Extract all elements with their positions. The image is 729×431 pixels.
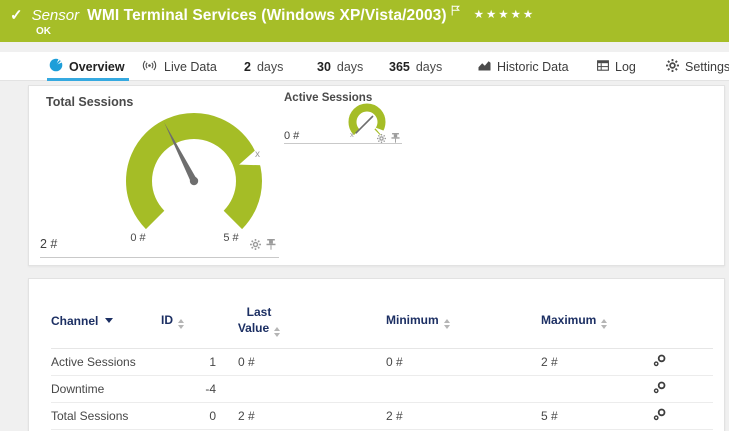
channel-settings-icon[interactable] (653, 381, 666, 394)
channel-actions-cell (641, 402, 713, 429)
tab-30-days-number: 30 (317, 60, 331, 74)
tab-live-data-label: Live Data (164, 60, 217, 74)
total-sessions-gauge (124, 111, 264, 251)
tab-historic-data-label: Historic Data (497, 60, 569, 74)
column-header-id-label: ID (161, 313, 173, 327)
channel-settings-icon[interactable] (653, 408, 666, 421)
gauge-pin-icon[interactable] (266, 239, 276, 250)
column-header-value-label: Value (238, 321, 269, 335)
gauge-scale-min: 0 # (124, 232, 152, 244)
gauge-pin-icon[interactable] (391, 133, 400, 143)
tab-overview-label: Overview (69, 60, 125, 74)
prtg-sensor-page: ✓ Sensor WMI Terminal Services (Windows … (0, 0, 729, 431)
channel-name-cell: Downtime (51, 375, 161, 402)
tab-overview[interactable]: Overview (49, 52, 125, 81)
sort-desc-icon (105, 318, 113, 323)
channel-last-value-cell: 2 # (216, 402, 331, 429)
favorite-flag-icon[interactable] (451, 5, 460, 16)
gauge-icon (49, 58, 63, 75)
column-header-last-label: Last (247, 305, 272, 319)
tab-365-days-label: days (416, 60, 442, 74)
column-header-actions (641, 294, 713, 348)
channel-id-cell: 1 (161, 348, 216, 375)
gauge-needle-pivot (190, 177, 198, 185)
total-sessions-current-value: 2 # (40, 237, 57, 251)
sort-icon (601, 319, 607, 329)
channel-name-cell: Total Sessions (51, 402, 161, 429)
channel-minimum-cell: 0 # (331, 348, 486, 375)
gauge-scale-max: 5 # (217, 232, 245, 244)
channel-maximum-cell (486, 375, 641, 402)
sort-icon (274, 327, 280, 337)
column-header-minimum-label: Minimum (386, 313, 439, 327)
gear-icon (666, 59, 679, 75)
channel-actions-cell (641, 375, 713, 402)
total-gauge-divider (40, 257, 279, 258)
active-gauge-tools (377, 133, 400, 143)
tab-bar: Overview Live Data 2 days 30 days 365 (0, 52, 729, 81)
table-row: Active Sessions 1 0 # 0 # 2 # (51, 348, 713, 375)
gauge-settings-gear-icon[interactable] (377, 134, 386, 143)
sensor-title: WMI Terminal Services (Windows XP/Vista/… (87, 7, 447, 25)
total-sessions-gauge-title: Total Sessions (46, 95, 133, 109)
tab-settings[interactable]: Settings (666, 52, 729, 81)
active-gauge-divider (284, 143, 402, 144)
column-header-channel[interactable]: Channel (51, 294, 161, 348)
table-row: Total Sessions 0 2 # 2 # 5 # (51, 402, 713, 429)
tab-30-days-label: days (337, 60, 363, 74)
column-header-id[interactable]: ID (161, 294, 216, 348)
tab-log-label: Log (615, 60, 636, 74)
tab-live-data[interactable]: Live Data (141, 52, 217, 81)
sort-icon (178, 319, 184, 329)
tab-365-days-number: 365 (389, 60, 410, 74)
sensor-header-row: ✓ Sensor WMI Terminal Services (Windows … (0, 0, 729, 25)
small-gauge-min-marker-label: x (350, 130, 354, 140)
total-gauge-tools (250, 239, 276, 250)
tab-settings-label: Settings (685, 60, 729, 74)
channel-table: Channel ID Last Value Minimum (51, 294, 713, 430)
column-header-last-value[interactable]: Last Value (216, 294, 331, 348)
channel-actions-cell (641, 348, 713, 375)
column-header-maximum-label: Maximum (541, 313, 596, 327)
status-ok-check-icon: ✓ (10, 7, 23, 25)
area-chart-icon (478, 60, 491, 74)
channel-maximum-cell: 5 # (486, 402, 641, 429)
gauge-settings-gear-icon[interactable] (250, 239, 261, 250)
column-header-minimum[interactable]: Minimum (331, 294, 486, 348)
tab-2-days-number: 2 (244, 60, 251, 74)
object-kind-label: Sensor (32, 7, 80, 25)
channel-minimum-cell: 2 # (331, 402, 486, 429)
channels-panel: Channel ID Last Value Minimum (28, 278, 725, 431)
log-table-icon (597, 60, 609, 74)
live-signal-icon (141, 59, 158, 75)
table-header-row: Channel ID Last Value Minimum (51, 294, 713, 348)
channel-id-cell: 0 (161, 402, 216, 429)
small-gauge-needle (356, 116, 373, 133)
tab-2-days[interactable]: 2 days (244, 52, 283, 81)
sort-icon (444, 319, 450, 329)
active-sessions-current-value: 0 # (284, 130, 299, 142)
tab-30-days[interactable]: 30 days (317, 52, 363, 81)
channel-name-cell: Active Sessions (51, 348, 161, 375)
channel-settings-icon[interactable] (653, 354, 666, 367)
table-row: Downtime -4 (51, 375, 713, 402)
gauge-max-marker-label: x (255, 150, 260, 160)
tab-2-days-label: days (257, 60, 283, 74)
channel-last-value-cell: 0 # (216, 348, 331, 375)
priority-stars[interactable]: ★★★★★ (474, 7, 536, 23)
channel-last-value-cell (216, 375, 331, 402)
tab-historic-data[interactable]: Historic Data (478, 52, 569, 81)
gauges-panel: Total Sessions x 0 # 5 # 2 # (28, 85, 725, 266)
column-header-channel-label: Channel (51, 314, 98, 328)
sensor-status-badge: OK (36, 26, 51, 37)
channel-maximum-cell: 2 # (486, 348, 641, 375)
tab-365-days[interactable]: 365 days (389, 52, 442, 81)
column-header-maximum[interactable]: Maximum (486, 294, 641, 348)
channel-minimum-cell (331, 375, 486, 402)
tab-log[interactable]: Log (597, 52, 636, 81)
channel-id-cell: -4 (161, 375, 216, 402)
sensor-header: ✓ Sensor WMI Terminal Services (Windows … (0, 0, 729, 42)
